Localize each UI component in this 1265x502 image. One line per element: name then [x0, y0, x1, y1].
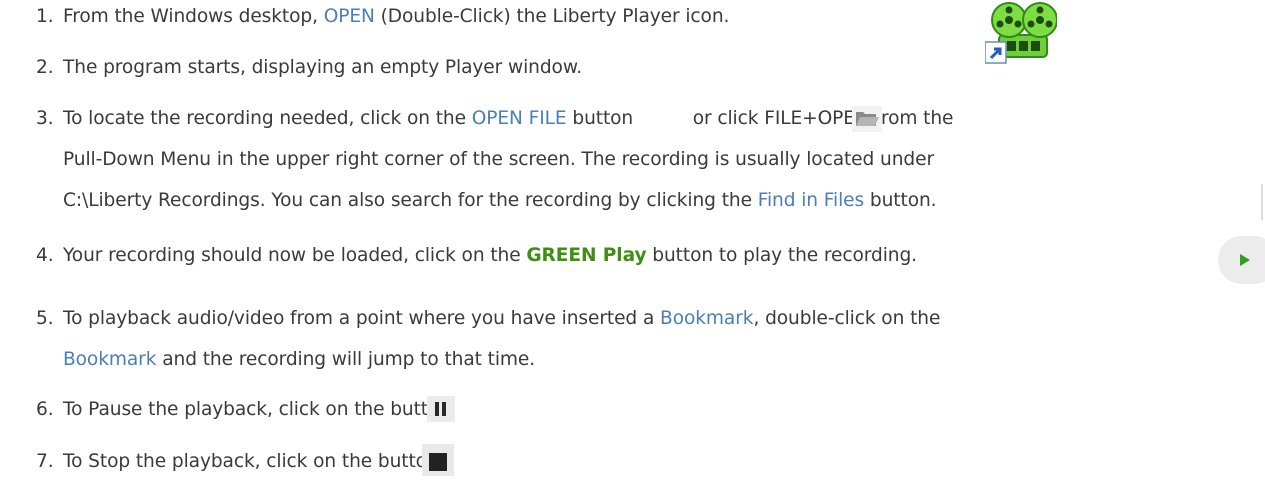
step-number: 3. — [36, 108, 54, 129]
bookmark-link[interactable]: Bookmark — [660, 308, 754, 329]
step-text: button — [572, 108, 634, 129]
step-text: Your recording should now be loaded, cli… — [63, 245, 521, 266]
step-text: and the recording will jump to that time… — [162, 349, 536, 370]
step-text: button to play the recording. — [652, 245, 917, 266]
step-text: Pull-Down Menu in the upper right corner… — [63, 149, 934, 170]
step-3-continuation: Pull-Down Menu in the upper right corner… — [63, 147, 934, 173]
find-in-files-link[interactable]: Find in Files — [758, 190, 864, 211]
bookmark-link[interactable]: Bookmark — [63, 349, 157, 370]
step-6: 6. To Pause the playback, click on the bu… — [36, 397, 457, 423]
step-text: C:\Liberty Recordings. You can also sear… — [63, 190, 752, 211]
divider-icon — [1261, 184, 1263, 220]
step-2: 2. The program starts, displaying an empt… — [36, 55, 582, 81]
step-text: (Double-Click) the Liberty Player icon. — [380, 6, 730, 27]
step-number: 6. — [36, 399, 54, 420]
step-text: To playback audio/video from a point whe… — [63, 308, 655, 329]
open-link[interactable]: OPEN — [324, 6, 375, 27]
step-text: , double-click on the — [753, 308, 941, 329]
play-icon[interactable] — [1218, 236, 1265, 284]
step-text: To Stop the playback, click on the butto… — [63, 451, 445, 472]
step-3-continuation: C:\Liberty Recordings. You can also sear… — [63, 188, 937, 214]
step-3: 3. To locate the recording needed, click … — [36, 106, 954, 132]
green-play-label: GREEN Play — [526, 245, 647, 266]
open-file-link[interactable]: OPEN FILE — [472, 108, 567, 129]
step-5: 5. To playback audio/video from a point w… — [36, 306, 940, 332]
step-text: To locate the recording needed, click on… — [63, 108, 466, 129]
step-text: The program starts, displaying an empty … — [63, 57, 583, 78]
step-text: button. — [869, 190, 937, 211]
step-number: 5. — [36, 308, 54, 329]
step-1: 1. From the Windows desktop, OPEN (Double… — [36, 4, 729, 30]
step-number: 1. — [36, 6, 54, 27]
step-number: 2. — [36, 57, 54, 78]
step-text: To Pause the playback, click on the butt… — [63, 399, 457, 420]
step-7: 7. To Stop the playback, click on the but… — [36, 449, 445, 475]
step-text: or click FILE+OPEN from the — [692, 108, 954, 129]
stop-icon[interactable] — [422, 444, 454, 476]
step-5-continuation: Bookmark and the recording will jump to … — [63, 347, 535, 373]
liberty-player-reel-icon[interactable] — [984, 0, 1058, 66]
step-4: 4. Your recording should now be loaded, c… — [36, 243, 917, 269]
pause-icon[interactable] — [427, 396, 455, 422]
step-text: From the Windows desktop, — [63, 6, 318, 27]
step-number: 7. — [36, 451, 54, 472]
folder-open-icon[interactable] — [852, 106, 882, 132]
step-number: 4. — [36, 245, 54, 266]
